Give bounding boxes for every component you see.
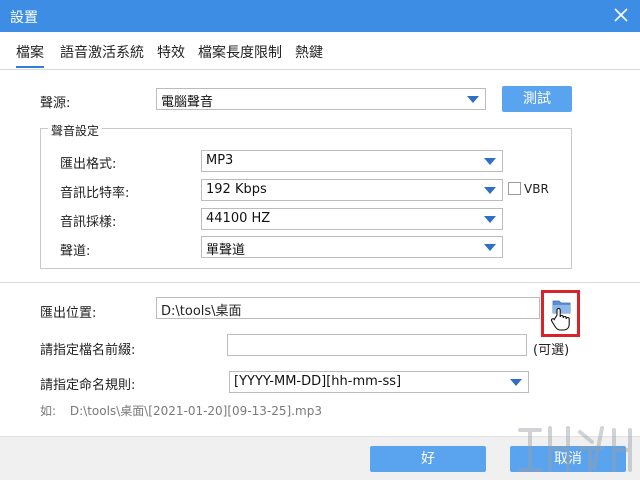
- optional-label: (可選): [533, 343, 570, 358]
- output-location-label: 匯出位置:: [40, 306, 97, 321]
- source-label: 聲源:: [40, 96, 71, 111]
- ok-button[interactable]: 好: [370, 446, 486, 472]
- section-divider: [0, 282, 640, 283]
- title-bar: 設置: [0, 0, 640, 32]
- example-text: 如: D:\tools\桌面\[2021-01-20][09-13-25].mp…: [40, 402, 322, 419]
- channel-select[interactable]: 單聲道: [201, 236, 503, 258]
- output-location-value: D:\tools\桌面: [161, 304, 242, 319]
- naming-rule-value: [YYYY-MM-DD][hh-mm-ss]: [234, 374, 402, 389]
- format-select[interactable]: MP3: [201, 150, 503, 172]
- sample-rate-label: 音訊採樣:: [60, 215, 117, 230]
- example-prefix: 如:: [40, 404, 57, 418]
- window-title: 設置: [10, 10, 38, 26]
- chevron-down-icon: [484, 216, 496, 223]
- bitrate-value: 192 Kbps: [206, 182, 267, 197]
- tab-effects[interactable]: 特效: [157, 42, 185, 62]
- hand-cursor-icon: [550, 307, 570, 331]
- tab-file-length-limit[interactable]: 檔案長度限制: [198, 42, 282, 62]
- chevron-down-icon: [510, 379, 522, 386]
- naming-rule-select[interactable]: [YYYY-MM-DD][hh-mm-ss]: [229, 371, 529, 393]
- browse-folder-button[interactable]: [541, 290, 580, 337]
- vbr-checkbox[interactable]: [508, 182, 521, 195]
- sample-rate-select[interactable]: 44100 HZ: [201, 208, 503, 230]
- watermark-logo: [518, 426, 632, 472]
- format-value: MP3: [206, 153, 234, 168]
- close-icon[interactable]: [610, 4, 632, 26]
- sample-rate-value: 44100 HZ: [206, 211, 271, 226]
- chevron-down-icon: [484, 244, 496, 251]
- naming-rule-label: 請指定命名規則:: [40, 378, 136, 393]
- prefix-label: 請指定檔名前綴:: [40, 343, 136, 358]
- source-select[interactable]: 電腦聲音: [156, 88, 486, 110]
- tab-bar: 檔案 語音激活系統 特效 檔案長度限制 熱鍵: [0, 32, 640, 70]
- test-button[interactable]: 測試: [502, 86, 572, 112]
- bitrate-label: 音訊比特率:: [60, 186, 130, 201]
- output-location-field[interactable]: D:\tools\桌面: [156, 297, 540, 319]
- example-path: D:\tools\桌面\[2021-01-20][09-13-25].mp3: [69, 404, 322, 418]
- tab-hotkeys[interactable]: 熱鍵: [295, 42, 323, 62]
- chevron-down-icon: [484, 158, 496, 165]
- channel-value: 單聲道: [206, 243, 246, 258]
- tab-voice-activation[interactable]: 語音激活系統: [60, 42, 144, 62]
- format-label: 匯出格式:: [60, 157, 117, 172]
- chevron-down-icon: [467, 96, 479, 103]
- sound-settings-title: 聲音設定: [48, 122, 103, 139]
- prefix-field[interactable]: [227, 334, 527, 356]
- channel-label: 聲道:: [60, 244, 91, 259]
- chevron-down-icon: [484, 187, 496, 194]
- bitrate-select[interactable]: 192 Kbps: [201, 179, 503, 201]
- tab-file[interactable]: 檔案: [16, 42, 44, 68]
- vbr-label: VBR: [524, 182, 549, 196]
- source-value: 電腦聲音: [161, 95, 214, 110]
